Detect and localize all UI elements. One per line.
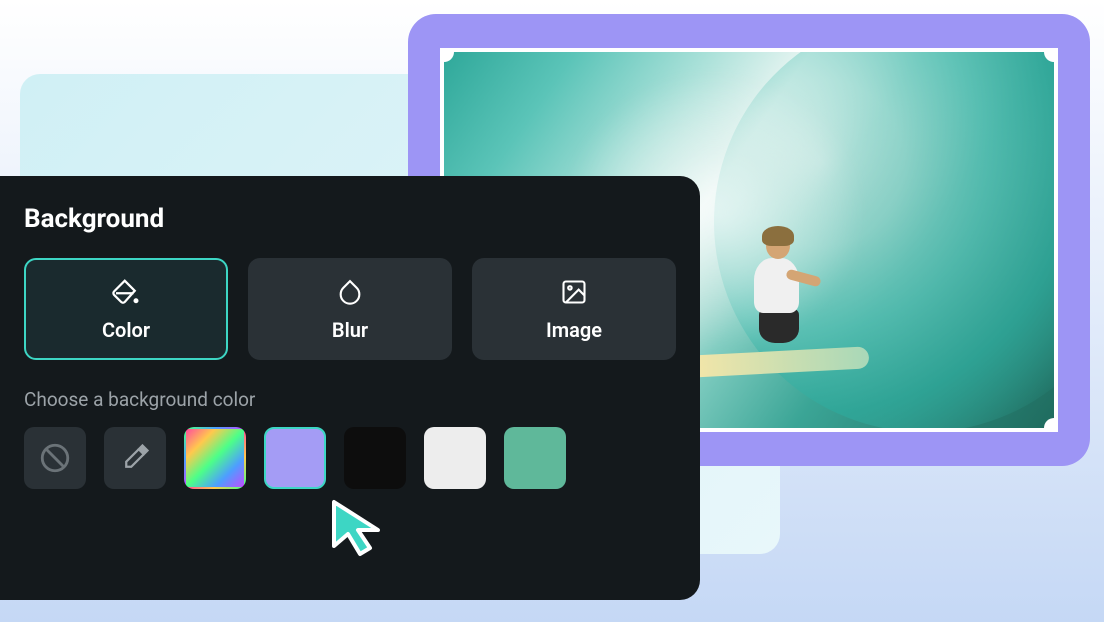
droplet-icon [334,276,366,308]
tab-blur[interactable]: Blur [248,258,452,360]
swatch-rainbow[interactable] [184,427,246,489]
swatch-teal[interactable] [504,427,566,489]
swatch-eyedropper[interactable] [104,427,166,489]
tab-label: Color [102,318,150,342]
resize-handle-top-left[interactable] [440,48,454,62]
swatch-lavender[interactable] [264,427,326,489]
tab-image[interactable]: Image [472,258,676,360]
none-icon [38,441,72,475]
background-tabs: Color Blur Image [24,258,676,360]
tab-color[interactable]: Color [24,258,228,360]
resize-handle-bottom-right[interactable] [1044,418,1058,432]
swatch-black[interactable] [344,427,406,489]
swatch-none[interactable] [24,427,86,489]
swatch-white[interactable] [424,427,486,489]
background-panel: Background Color Blur [0,176,700,600]
panel-title: Background [24,204,676,234]
color-swatches [24,427,676,489]
section-label: Choose a background color [24,388,676,411]
tab-label: Blur [332,318,368,342]
eyedropper-icon [120,443,150,473]
paint-bucket-icon [110,276,142,308]
image-icon [558,276,590,308]
tab-label: Image [546,318,602,342]
